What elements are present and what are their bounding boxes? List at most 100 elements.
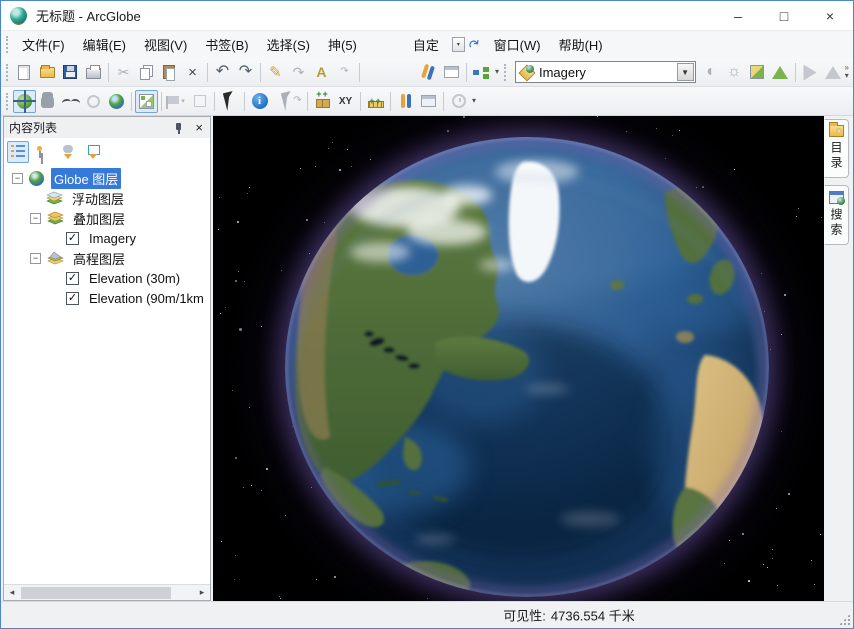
layer-of-interest-combobox[interactable]: Imagery ▼ bbox=[515, 61, 696, 83]
menu-help[interactable]: 帮助(H) bbox=[550, 31, 612, 58]
collapse-icon[interactable]: − bbox=[30, 213, 41, 224]
viewer-window-icon[interactable] bbox=[417, 90, 440, 113]
label-a-icon[interactable]: A bbox=[310, 61, 333, 84]
zoom-target-icon[interactable]: ▾ bbox=[165, 90, 188, 113]
redo-small-icon[interactable]: ↷ bbox=[287, 61, 310, 84]
tab-catalog[interactable]: 目录 bbox=[824, 119, 849, 178]
select-features-icon[interactable]: ↷ bbox=[281, 90, 304, 113]
delete-icon[interactable]: × bbox=[181, 61, 204, 84]
menu-window[interactable]: 窗口(W) bbox=[485, 31, 550, 58]
tree-label[interactable]: 浮动图层 bbox=[69, 188, 127, 209]
surface-icon-2[interactable] bbox=[822, 61, 845, 84]
center-target-icon[interactable] bbox=[82, 90, 105, 113]
tree-label[interactable]: Globe 图层 bbox=[51, 168, 121, 189]
brightness-icon[interactable]: ☼ bbox=[723, 61, 746, 84]
tree-row-elevation-layers[interactable]: − 高程图层 bbox=[4, 248, 210, 268]
hyperlink-icon[interactable] bbox=[394, 90, 417, 113]
tree-row-imagery[interactable]: ✓ Imagery bbox=[4, 228, 210, 248]
star bbox=[261, 490, 262, 491]
toolbar-options-icon[interactable]: ▾ bbox=[495, 68, 499, 76]
sketch-pen-icon[interactable]: ✎ bbox=[264, 61, 287, 84]
full-extent-icon[interactable] bbox=[105, 90, 128, 113]
list-by-source-icon[interactable] bbox=[32, 141, 54, 163]
tab-search-label: 搜索 bbox=[828, 208, 845, 238]
tree-label[interactable]: Imagery bbox=[86, 230, 139, 247]
parcel-tool-icon[interactable] bbox=[417, 61, 440, 84]
base-heights-icon[interactable] bbox=[769, 61, 792, 84]
redo-icon[interactable]: ↷ bbox=[234, 61, 257, 84]
toolbar-grip[interactable] bbox=[504, 64, 507, 81]
print-icon[interactable] bbox=[82, 61, 105, 84]
list-by-visibility-icon[interactable] bbox=[57, 141, 79, 163]
new-document-icon[interactable] bbox=[13, 61, 36, 84]
tree-row-elevation-30m[interactable]: ✓ Elevation (30m) bbox=[4, 268, 210, 288]
rotate-small-icon[interactable]: ↷ bbox=[333, 61, 356, 84]
model-builder-icon[interactable] bbox=[470, 61, 493, 84]
toolbar-grip[interactable] bbox=[6, 64, 9, 81]
menu-geoprocessing[interactable]: 抻(5) bbox=[319, 31, 366, 58]
pin-icon[interactable] bbox=[174, 122, 184, 134]
menu-view[interactable]: 视图(V) bbox=[135, 31, 196, 58]
list-by-drawing-order-icon[interactable] bbox=[7, 141, 29, 163]
navigate-icon[interactable] bbox=[13, 90, 36, 113]
maximize-button[interactable]: □ bbox=[761, 1, 807, 30]
scrollbar-thumb[interactable] bbox=[21, 587, 171, 599]
paste-icon[interactable] bbox=[158, 61, 181, 84]
identify-icon[interactable]: i bbox=[248, 90, 271, 113]
copy-icon[interactable] bbox=[135, 61, 158, 84]
surface-icon-1[interactable] bbox=[799, 61, 822, 84]
elevation-30m-checkbox[interactable]: ✓ bbox=[66, 272, 79, 285]
tree-label[interactable]: Elevation (90m/1km bbox=[86, 290, 207, 307]
collapse-icon[interactable]: − bbox=[12, 173, 23, 184]
clear-target-icon[interactable] bbox=[188, 90, 211, 113]
toolbar-options-icon[interactable]: »▾ bbox=[845, 64, 849, 80]
scroll-left-icon[interactable]: ◂ bbox=[4, 587, 20, 598]
tree-row-globe-layers[interactable]: − Globe 图层 bbox=[4, 168, 210, 188]
tree-label[interactable]: 高程图层 bbox=[70, 248, 128, 269]
close-button[interactable]: × bbox=[807, 1, 853, 30]
tree-row-draped-layers[interactable]: − 叠加图层 bbox=[4, 208, 210, 228]
combo-dropdown-icon[interactable]: ▼ bbox=[677, 63, 694, 81]
elevation-90m-checkbox[interactable]: ✓ bbox=[66, 292, 79, 305]
layer-stack-icon bbox=[46, 191, 63, 205]
menu-bookmarks[interactable]: 书签(B) bbox=[196, 31, 257, 58]
toolbar-grip[interactable] bbox=[6, 93, 9, 110]
go-to-xy-icon[interactable]: XY bbox=[334, 90, 357, 113]
swipe-layer-icon[interactable] bbox=[746, 61, 769, 84]
tree-row-elevation-90m[interactable]: ✓ Elevation (90m/1km bbox=[4, 288, 210, 308]
menu-edit[interactable]: 编辑(E) bbox=[74, 31, 135, 58]
toolbar-grip[interactable] bbox=[6, 36, 9, 53]
time-slider-icon[interactable] bbox=[447, 90, 470, 113]
pan-icon[interactable] bbox=[36, 90, 59, 113]
scroll-right-icon[interactable]: ▸ bbox=[194, 587, 210, 598]
navigation-mode-icon[interactable] bbox=[135, 90, 158, 113]
open-folder-icon[interactable] bbox=[36, 61, 59, 84]
tree-label[interactable]: Elevation (30m) bbox=[86, 270, 183, 287]
measure-icon[interactable]: ++ bbox=[364, 90, 387, 113]
menu-file[interactable]: 文件(F) bbox=[13, 31, 74, 58]
horizontal-scrollbar[interactable]: ◂ ▸ bbox=[4, 584, 210, 600]
globe-viewport[interactable] bbox=[213, 116, 825, 603]
save-icon[interactable] bbox=[59, 61, 82, 84]
find-icon[interactable]: ++ bbox=[311, 90, 334, 113]
contrast-icon[interactable]: ◐ bbox=[700, 61, 723, 84]
list-by-selection-icon[interactable] bbox=[82, 141, 104, 163]
select-arrow-icon[interactable] bbox=[218, 90, 241, 113]
imagery-checkbox[interactable]: ✓ bbox=[66, 232, 79, 245]
star bbox=[447, 130, 449, 132]
toc-close-icon[interactable]: × bbox=[193, 120, 205, 135]
toolbar-options-icon[interactable]: ▾ bbox=[472, 97, 476, 105]
collapse-icon[interactable]: − bbox=[30, 253, 41, 264]
tree-row-floating-layers[interactable]: 浮动图层 bbox=[4, 188, 210, 208]
menu-selection[interactable]: 选择(S) bbox=[258, 31, 319, 58]
minimize-button[interactable]: – bbox=[715, 1, 761, 30]
cut-icon[interactable]: ✂ bbox=[112, 61, 135, 84]
menu-customize[interactable]: 自定 bbox=[404, 31, 448, 58]
boundary-tool-icon[interactable] bbox=[440, 61, 463, 84]
undo-icon[interactable]: ↶ bbox=[211, 61, 234, 84]
tab-search[interactable]: 搜索 bbox=[824, 185, 849, 245]
tree-label[interactable]: 叠加图层 bbox=[70, 208, 128, 229]
fly-icon[interactable] bbox=[59, 90, 82, 113]
earth-globe[interactable] bbox=[285, 137, 769, 597]
resize-grip[interactable] bbox=[838, 613, 851, 626]
